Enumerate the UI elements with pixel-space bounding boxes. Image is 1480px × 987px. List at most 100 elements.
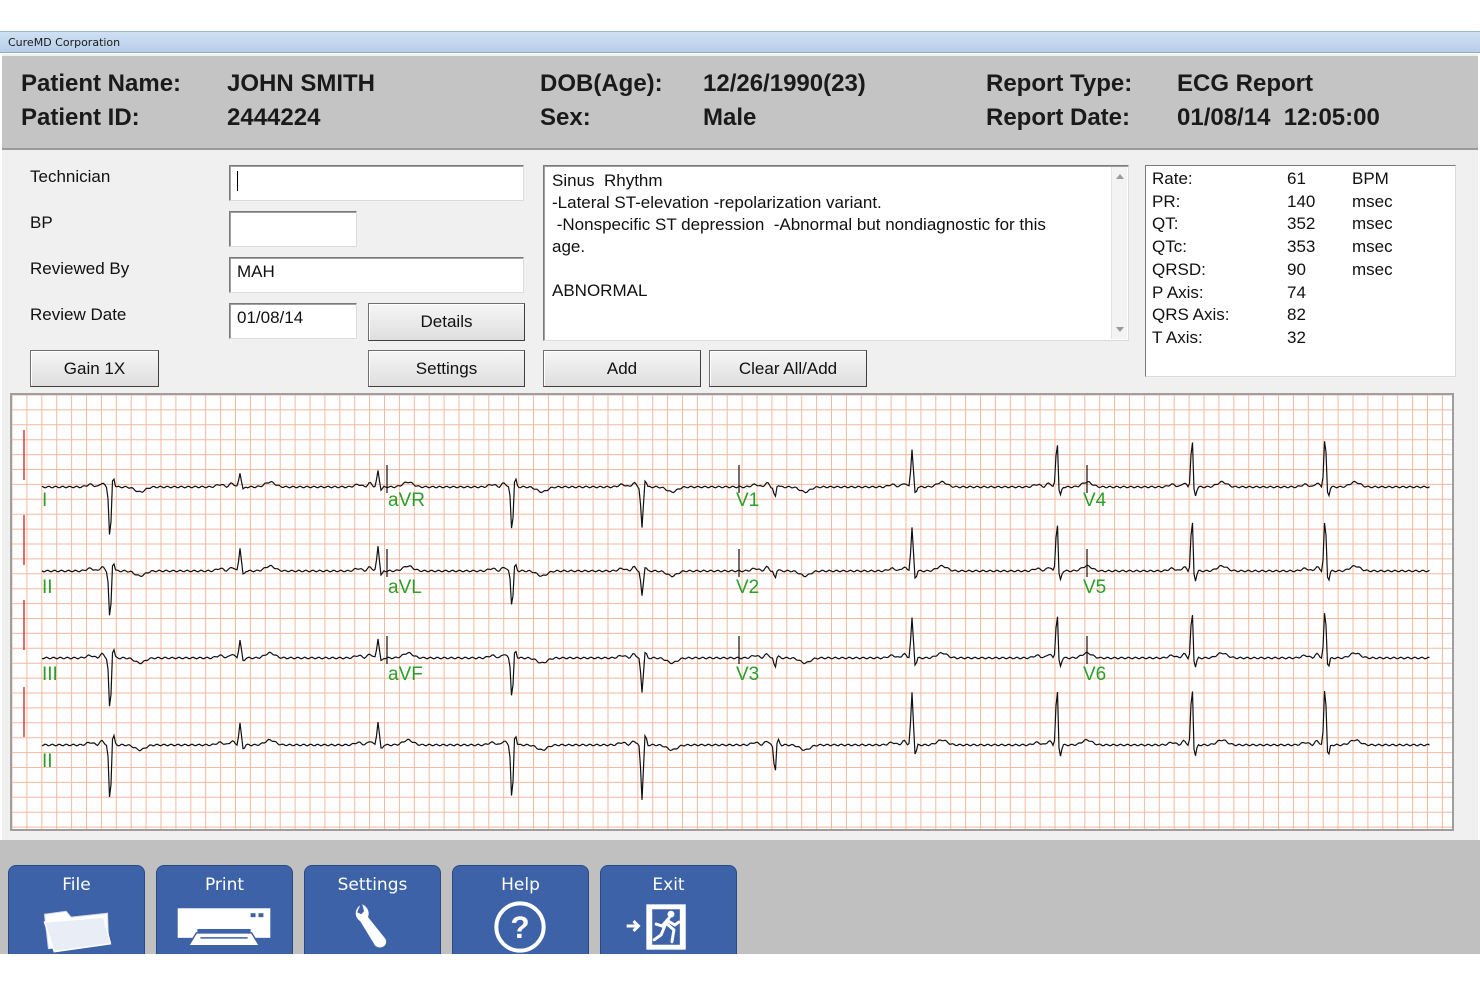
wrench-icon [355,904,387,948]
interpretation-line [552,258,1107,280]
lead-label: III [42,664,58,685]
title-bar: CureMD Corporation [0,31,1480,53]
review-date-input[interactable]: 01/08/14 [229,303,357,339]
bp-label: BP [30,213,53,232]
gain-button[interactable]: Gain 1X [30,350,159,387]
reviewed-by-label: Reviewed By [30,259,130,278]
lead-label: II [42,577,53,598]
measurement-value: 74 [1287,282,1306,302]
measurement-label: P Axis: [1152,282,1204,302]
report-type-label: Report Type: [986,70,1133,97]
patient-id-label: Patient ID: [21,104,140,131]
print-button-label: Print [204,875,245,895]
folder-icon [43,910,112,953]
add-button-label: Add [606,359,638,378]
ecg-chart: IaVR V1 V4 II aVL V2 V5 III aVF V3 V6 II [10,393,1454,831]
exit-button[interactable]: Exit [600,865,737,954]
lead-label: V1 [736,490,760,511]
interpretation-textarea[interactable]: Sinus Rhythm -Lateral ST-elevation -repol… [543,165,1129,341]
clear-all-add-button-label: Clear All/Add [738,359,838,378]
sex-value: Male [703,104,757,131]
lead-label: V4 [1083,490,1107,511]
measurement-label: T Axis: [1152,327,1203,347]
interpretation-scrollbar[interactable] [1111,167,1127,339]
interpretation-line: Sinus Rhythm [552,171,663,190]
review-date-label: Review Date [30,305,127,324]
details-button-label: Details [420,312,473,331]
lead-label: V6 [1083,664,1107,685]
scroll-down-icon[interactable] [1116,327,1124,332]
report-date-value: 01/08/14 12:05:00 [1177,104,1380,131]
review-date-value: 01/08/14 [237,308,304,327]
measurement-value: 353 [1287,237,1316,257]
measurement-unit: msec [1352,259,1393,279]
measurement-value: 32 [1287,327,1306,347]
print-button[interactable]: Print [156,865,293,954]
text-caret [237,170,238,191]
svg-text:?: ? [510,909,529,945]
patient-id: 2444224 [227,104,321,131]
measurement-label: QRS Axis: [1152,305,1230,325]
measurement-unit: msec [1352,237,1393,257]
interpretation-text: Sinus Rhythm -Lateral ST-elevation -repol… [552,170,1107,302]
scroll-up-icon[interactable] [1116,174,1124,179]
sex-label: Sex: [540,104,591,131]
measurement-label: Rate: [1152,169,1193,188]
interpretation-line: -Lateral ST-elevation -repolarization va… [552,193,882,212]
measurement-label: QRSD: [1152,259,1206,279]
window-title: CureMD Corporation [8,36,121,49]
interpretation-line: ABNORMAL [552,281,648,300]
measurement-unit: BPM [1352,169,1389,188]
ecg-report-window: CureMD Corporation Patient Name: JOHN SM… [0,0,1480,987]
settings-button[interactable]: Settings [368,350,525,387]
printer-icon [177,908,271,947]
settings-toolbar-button[interactable]: Settings [304,865,441,954]
ecg-traces [12,395,1452,829]
lead-label: V3 [736,664,760,685]
measurement-label: PR: [1152,191,1181,211]
dob-value: 12/26/1990(23) [703,70,866,97]
add-button[interactable]: Add [543,350,701,387]
help-button[interactable]: Help ? [452,865,589,954]
ecg-grid [12,395,1452,829]
technician-input[interactable] [229,165,524,201]
measurement-value: 140 [1287,191,1316,211]
measurement-value: 352 [1287,214,1316,234]
settings-button-label: Settings [415,359,478,378]
exit-button-label: Exit [652,875,685,895]
measurement-unit: msec [1352,214,1393,234]
lead-label: II [42,751,53,772]
help-icon: ? [494,901,546,953]
reviewed-by-value: MAH [237,262,275,281]
patient-name-label: Patient Name: [21,70,182,97]
patient-name: JOHN SMITH [227,70,376,97]
bp-input[interactable] [229,211,357,247]
gain-button-label: Gain 1X [63,359,126,378]
dob-label: DOB(Age): [540,70,663,97]
measurements-panel: Rate: 61 BPM PR: 140 msec QT: 352 msec QTc: 353 mse… [1145,165,1456,377]
lead-label: aVL [388,577,422,598]
lead-label: aVR [388,490,425,511]
file-button-label: File [62,875,91,895]
details-button[interactable]: Details [368,303,525,341]
clear-all-add-button[interactable]: Clear All/Add [709,350,867,387]
measurement-label: QT: [1152,214,1179,234]
measurement-label: QTc: [1152,237,1187,257]
interpretation-line: -Nonspecific ST depression -Abnormal but… [552,215,1046,234]
technician-label: Technician [30,167,111,186]
file-button[interactable]: File [8,865,145,954]
reviewed-by-input[interactable]: MAH [229,257,524,293]
measurement-value: 82 [1287,305,1306,325]
exit-icon [626,904,686,950]
interpretation-line: age. [552,237,586,256]
measurement-value: 90 [1287,259,1306,279]
settings-toolbar-label: Settings [337,875,408,895]
report-date-label: Report Date: [986,104,1131,131]
lead-label: V5 [1083,577,1107,598]
lead-label: V2 [736,577,760,598]
measurement-value: 61 [1287,169,1306,188]
measurement-unit: msec [1352,191,1393,211]
bottom-margin [0,954,1480,987]
report-type-value: ECG Report [1177,70,1314,97]
lead-label: I [42,490,48,511]
